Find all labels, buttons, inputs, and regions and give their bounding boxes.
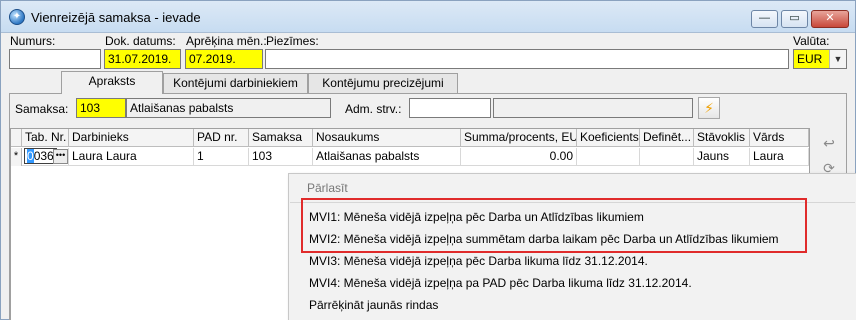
table-row[interactable]: * 0036 ••• Laura Laura 1 103 Atlaišanas … xyxy=(11,148,809,166)
tab-kontejumu-precizejumi[interactable]: Kontējumu precizējumi xyxy=(308,73,458,94)
col-summa[interactable]: Summa/procents, EUR xyxy=(461,129,577,147)
col-nosaukums[interactable]: Nosaukums xyxy=(313,129,461,147)
grid-corner xyxy=(11,129,22,147)
menu-item-mvi2[interactable]: MVI2: Mēneša vidējā izpeļņa summētam dar… xyxy=(309,229,779,249)
cell-vards[interactable]: Laura xyxy=(750,148,809,166)
grid-header: Tab. Nr. Darbinieks PAD nr. Samaksa Nosa… xyxy=(11,129,809,147)
aprekina-men-field[interactable]: 07.2019. xyxy=(185,49,263,69)
cell-nosaukums[interactable]: Atlaišanas pabalsts xyxy=(313,148,461,166)
samaksa-label: Samaksa: xyxy=(15,102,69,116)
menu-header: Pārlasīt xyxy=(307,181,348,195)
context-menu: Pārlasīt MVI1: Mēneša vidējā izpeļņa pēc… xyxy=(288,173,856,320)
adm-strv-label: Adm. strv.: xyxy=(345,102,402,116)
main-window: ✦ Vienreizējā samaksa - ievade — ▭ ✕ Num… xyxy=(0,0,856,320)
cell-pad-nr[interactable]: 1 xyxy=(194,148,249,166)
dok-datums-label: Dok. datums: xyxy=(105,34,176,48)
valuta-select[interactable]: EUR ▼ xyxy=(793,49,847,69)
lightning-icon[interactable]: ⚡ xyxy=(698,97,720,119)
row-indicator: * xyxy=(11,148,22,166)
col-vards[interactable]: Vārds xyxy=(750,129,809,147)
chevron-down-icon[interactable]: ▼ xyxy=(829,50,846,68)
col-darbinieks[interactable]: Darbinieks xyxy=(69,129,194,147)
samaksa-code-field[interactable]: 103 xyxy=(76,98,126,118)
tab-nr-text: 036 xyxy=(33,149,54,163)
cell-koeficients[interactable] xyxy=(577,148,640,166)
window-title: Vienreizējā samaksa - ievade xyxy=(31,10,201,25)
samaksa-name-field: Atlaišanas pabalsts xyxy=(126,98,331,118)
col-pad-nr[interactable]: PAD nr. xyxy=(194,129,249,147)
menu-item-recalculate[interactable]: Pārrēķināt jaunās rindas xyxy=(309,295,438,315)
col-tab-nr[interactable]: Tab. Nr. xyxy=(22,129,69,147)
col-koeficients[interactable]: Koeficients xyxy=(577,129,640,147)
cell-darbinieks[interactable]: Laura Laura xyxy=(69,148,194,166)
valuta-label: Valūta: xyxy=(793,34,830,48)
ellipsis-icon[interactable]: ••• xyxy=(53,149,68,164)
col-definet[interactable]: Definēt... xyxy=(640,129,694,147)
tab-kontejumi-darbiniekiem[interactable]: Kontējumi darbiniekiem xyxy=(163,73,308,94)
col-stavoklis[interactable]: Stāvoklis xyxy=(694,129,750,147)
close-button[interactable]: ✕ xyxy=(811,10,849,28)
col-samaksa[interactable]: Samaksa xyxy=(249,129,313,147)
undo-arrow-icon[interactable]: ↩ xyxy=(820,134,838,152)
aprekina-men-label: Aprēķina mēn.: xyxy=(186,34,267,48)
title-bar[interactable]: ✦ Vienreizējā samaksa - ievade — ▭ ✕ xyxy=(1,1,855,33)
maximize-button[interactable]: ▭ xyxy=(781,10,808,28)
tab-nr-selected-text: 0 xyxy=(27,149,34,163)
menu-item-mvi4[interactable]: MVI4: Mēneša vidējā izpeļņa pa PAD pēc D… xyxy=(309,273,692,293)
cell-definet[interactable] xyxy=(640,148,694,166)
tab-nr-editor[interactable]: 0036 xyxy=(24,148,57,164)
dok-datums-field[interactable]: 31.07.2019. xyxy=(104,49,181,69)
cell-stavoklis[interactable]: Jauns xyxy=(694,148,750,166)
menu-item-mvi3[interactable]: MVI3: Mēneša vidējā izpeļņa pēc Darba li… xyxy=(309,251,648,271)
adm-strv-code-field[interactable] xyxy=(409,98,491,118)
menu-item-mvi1[interactable]: MVI1: Mēneša vidējā izpeļņa pēc Darba un… xyxy=(309,207,644,227)
cell-summa[interactable]: 0.00 xyxy=(461,148,577,166)
cell-samaksa[interactable]: 103 xyxy=(249,148,313,166)
minimize-button[interactable]: — xyxy=(751,10,778,28)
adm-strv-name-field xyxy=(493,98,693,118)
tab-apraksts[interactable]: Apraksts xyxy=(61,71,163,94)
piezimes-field[interactable] xyxy=(265,49,789,69)
piezimes-label: Piezīmes: xyxy=(266,34,319,48)
numurs-label: Numurs: xyxy=(10,34,56,48)
valuta-value: EUR xyxy=(797,52,823,66)
numurs-field[interactable] xyxy=(9,49,101,69)
app-globe-icon: ✦ xyxy=(9,9,25,25)
